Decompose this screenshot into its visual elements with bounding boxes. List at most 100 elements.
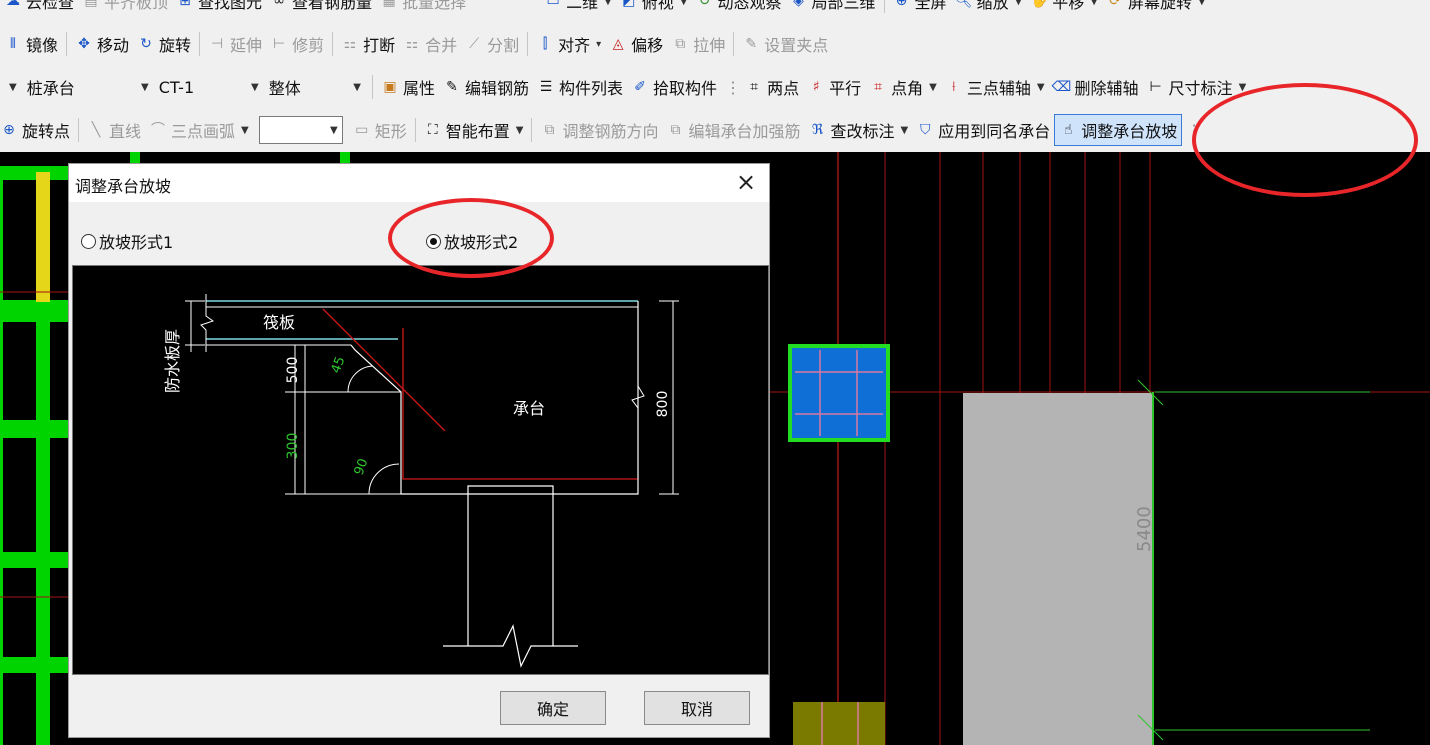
properties-button[interactable]: ▣ 属性: [377, 71, 439, 103]
move-button[interactable]: ✥ 移动: [71, 28, 133, 60]
component-type-select[interactable]: ▼ 桩承台: [0, 72, 132, 102]
rect-icon: ▭: [355, 122, 369, 138]
slope-type-1-radio[interactable]: 放坡形式1: [81, 229, 173, 253]
properties-label: 属性: [403, 79, 436, 98]
cloud-check-button[interactable]: ☁ 云检查: [0, 0, 78, 17]
angle-arc-90: [368, 463, 400, 495]
grip-icon: ✎: [745, 36, 758, 52]
scope-select[interactable]: ▼ 整体 ▼: [242, 72, 368, 102]
adjust-rebar-dir-button[interactable]: ⧉ 调整钢筋方向: [536, 114, 662, 146]
parallel-label: 平行: [829, 79, 862, 98]
view-rebar-qty-button[interactable]: ∞ 查看钢筋量: [266, 0, 376, 17]
list-icon: ☰: [539, 79, 553, 95]
raft-label: 筏板: [263, 313, 295, 332]
smart-layout-icon: ⛶: [427, 122, 438, 138]
orbit-icon: ↻: [698, 0, 711, 9]
rotate-point-button[interactable]: ⊕ 旋转点: [0, 114, 74, 146]
break-symbol: [200, 294, 215, 352]
stretch-button[interactable]: ⧉ 拉伸: [667, 28, 729, 60]
view-rebar-qty-label: 查看钢筋量: [292, 0, 373, 12]
hand-icon: ☝: [1063, 122, 1073, 138]
dropdown-arrow-icon: ▼: [1090, 0, 1098, 7]
rotate-point-label: 旋转点: [22, 122, 71, 141]
cancel-button[interactable]: 取消: [644, 691, 750, 725]
zoom-button[interactable]: 🔍︎ 缩放 ▼: [951, 0, 1027, 17]
toolbar-component: ▼ 桩承台 ▼ CT-1 ▼ 整体 ▼ ▣ 属性 ✎ 编辑钢筋 ☰ 构件列表 ✐ 拾取构件 ⋮ …: [0, 66, 1430, 108]
component-list-button[interactable]: ☰ 构件列表: [533, 71, 627, 103]
adjust-slope-button[interactable]: ☝ 调整承台放坡: [1054, 114, 1183, 146]
dropdown-arrow-icon: ▼: [241, 124, 249, 136]
offset-icon: ◬: [612, 36, 624, 52]
extend-button[interactable]: ⊣ 延伸: [204, 28, 266, 60]
local-3d-button[interactable]: ◈ 局部三维: [786, 0, 880, 17]
waterproof-label: 防水板厚: [163, 329, 182, 393]
trim-button[interactable]: ⊢ 修剪: [266, 28, 328, 60]
close-icon[interactable]: ×: [733, 169, 759, 195]
modify-label-label: 查改标注: [830, 122, 895, 141]
orbit-label: 动态观察: [717, 0, 782, 12]
two-points-button[interactable]: ⌗ 两点: [741, 71, 803, 103]
edit-rebar-label: 编辑钢筋: [465, 79, 530, 98]
merge-button[interactable]: ⚏ 合并: [399, 28, 461, 60]
screen-rotate-button[interactable]: ⟳ 屏幕旋转 ▼: [1102, 0, 1210, 17]
dropdown-arrow-icon: ▼: [929, 81, 937, 93]
rect-button[interactable]: ▭ 矩形: [349, 114, 411, 146]
dim-500-label: 500: [285, 357, 301, 384]
apply-same-name-button[interactable]: ⛉ 应用到同名承台: [912, 114, 1054, 146]
dimension-label: 尺寸标注: [1168, 79, 1233, 98]
smart-layout-button[interactable]: ⛶ 智能布置 ▼: [420, 114, 528, 146]
2d-view-button[interactable]: ▭ 二维 ▼: [540, 0, 616, 17]
selected-pile-cap[interactable]: [788, 344, 890, 442]
toolbar-grip-icon: ⋮: [725, 77, 742, 97]
ok-button[interactable]: 确定: [500, 691, 606, 725]
pan-button[interactable]: ✋ 平移 ▼: [1026, 0, 1102, 17]
local-3d-label: 局部三维: [811, 0, 876, 12]
fullscreen-button[interactable]: ⊕ 全屏: [889, 0, 951, 17]
set-grip-button[interactable]: ✎ 设置夹点: [738, 28, 832, 60]
dimension-icon: ⊢: [1149, 79, 1162, 95]
component-name-select[interactable]: ▼ CT-1: [132, 72, 242, 102]
dropdown-arrow-icon: ▼: [330, 124, 338, 136]
radio-selected-icon: [426, 233, 441, 249]
flush-slab-top-button[interactable]: ▤ 平齐板顶: [78, 0, 172, 17]
rotate-icon: ↻: [140, 36, 152, 52]
find-element-button[interactable]: ⊞ 查找图元: [172, 0, 266, 17]
draw-mode-select[interactable]: ▼: [258, 116, 343, 144]
edit-rebar-button[interactable]: ✎ 编辑钢筋: [439, 71, 533, 103]
orbit-button[interactable]: ↻ 动态观察: [692, 0, 786, 17]
point-angle-button[interactable]: ⌗ 点角 ▼: [865, 71, 941, 103]
three-point-axis-button[interactable]: ⟊ 三点辅轴 ▼: [941, 71, 1049, 103]
parallel-button[interactable]: ♯ 平行: [803, 71, 865, 103]
find-element-label: 查找图元: [198, 0, 263, 12]
dropdown-arrow-icon: ▼: [1014, 0, 1023, 7]
arc-button[interactable]: ⌒ 三点画弧 ▼: [145, 114, 253, 146]
line-button[interactable]: ╲ 直线: [83, 114, 145, 146]
modify-label-button[interactable]: ℜ 查改标注 ▼: [805, 114, 913, 146]
green-beam: [0, 300, 70, 322]
smart-layout-label: 智能布置: [445, 122, 510, 141]
offset-label: 偏移: [631, 36, 664, 55]
dimension-button[interactable]: ⊢ 尺寸标注 ▼: [1143, 71, 1251, 103]
pick-component-button[interactable]: ✐ 拾取构件: [627, 71, 721, 103]
break-button[interactable]: ⚏ 打断: [337, 28, 399, 60]
2d-view-label: 二维: [566, 0, 599, 12]
top-view-button[interactable]: ◩ 俯视 ▼: [616, 0, 692, 17]
component-list-label: 构件列表: [559, 79, 624, 98]
split-button[interactable]: ⟋ 分割: [461, 28, 523, 60]
slope-type-2-radio[interactable]: 放坡形式2: [426, 229, 518, 253]
extend-icon: ⊣: [210, 36, 224, 52]
mirror-button[interactable]: ⫴ 镜像: [0, 28, 62, 60]
dropdown-arrow-icon: ▼: [1198, 0, 1206, 7]
edit-reinforce-label: 编辑承台加强筋: [688, 122, 801, 141]
edit-reinforce-button[interactable]: ⧉ 编辑承台加强筋: [663, 114, 805, 146]
scope-value: 整体: [268, 79, 301, 98]
merge-icon: ⚏: [405, 36, 419, 52]
screen-rotate-icon: ⟳: [1109, 0, 1121, 9]
rotate-button[interactable]: ↻ 旋转: [133, 28, 195, 60]
batch-select-button[interactable]: ▦ 批量选择: [376, 0, 470, 17]
align-button[interactable]: ⫿ 对齐 ▾: [532, 28, 605, 60]
three-point-axis-icon: ⟊: [952, 79, 956, 95]
offset-button[interactable]: ◬ 偏移: [605, 28, 667, 60]
slope-type-2-label: 放坡形式2: [444, 233, 519, 252]
delete-axis-button[interactable]: ⌫ 删除辅轴: [1049, 71, 1143, 103]
